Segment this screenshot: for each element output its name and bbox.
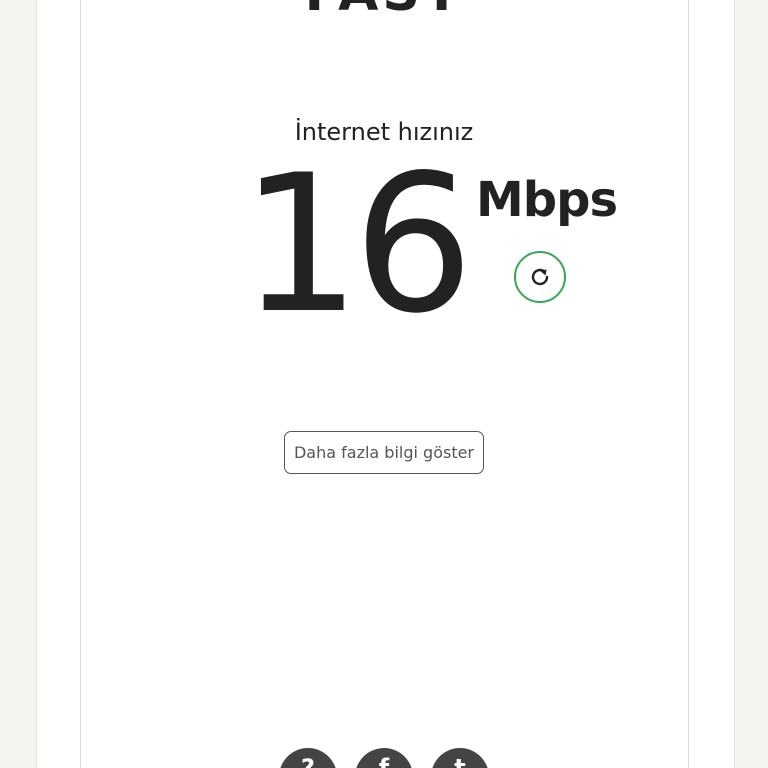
refresh-button[interactable] bbox=[514, 251, 566, 303]
page: FAST İnternet hızınız 16 Mbps Daha fazla… bbox=[0, 0, 768, 768]
help-icon: ? bbox=[301, 754, 315, 768]
more-info-button[interactable]: Daha fazla bilgi göster bbox=[284, 431, 484, 474]
twitter-icon: t bbox=[454, 754, 466, 768]
fast-logo[interactable]: FAST bbox=[280, 0, 488, 19]
speed-unit: Mbps bbox=[476, 172, 618, 228]
refresh-icon bbox=[531, 268, 549, 286]
facebook-icon: f bbox=[378, 754, 390, 768]
speed-value: 16 bbox=[240, 134, 474, 355]
